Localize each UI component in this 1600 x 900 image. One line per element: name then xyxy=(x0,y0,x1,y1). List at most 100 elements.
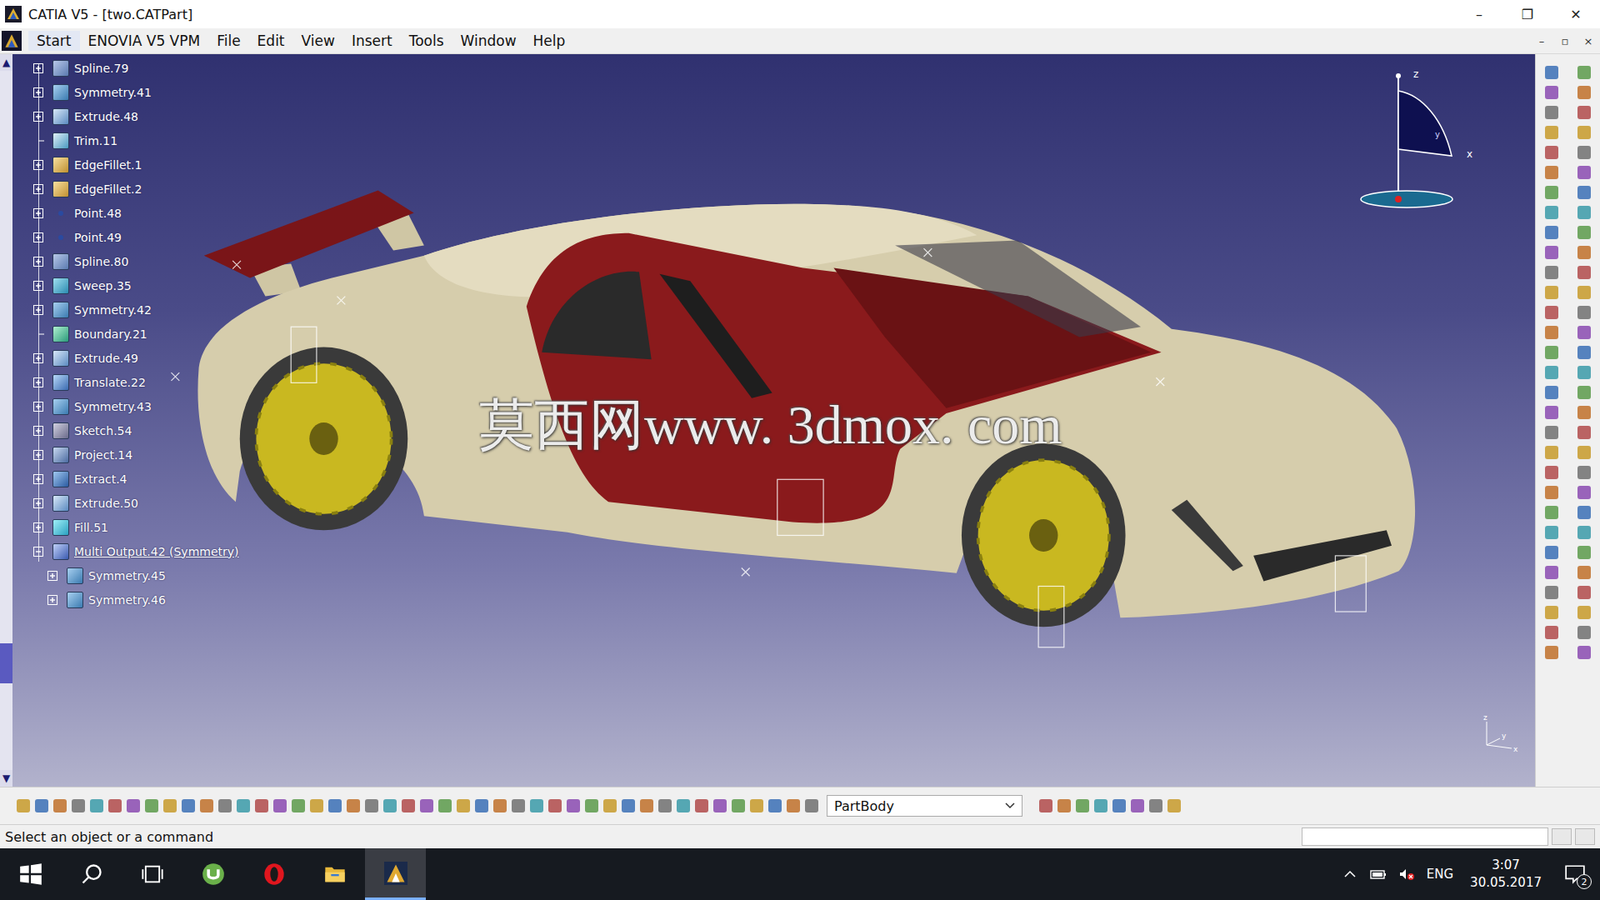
tree-item-label[interactable]: Point.48 xyxy=(72,206,122,220)
tree-item[interactable]: Translate.22 xyxy=(32,370,240,395)
tool-icon[interactable] xyxy=(1577,505,1591,520)
scroll-track[interactable] xyxy=(0,70,13,770)
tool-icon[interactable] xyxy=(1057,799,1071,813)
tool-icon[interactable] xyxy=(585,799,599,813)
tool-icon[interactable] xyxy=(1545,365,1559,380)
3d-viewport[interactable]: Spline.79Symmetry.41Extrude.48Trim.11Edg… xyxy=(12,54,1535,787)
tool-icon[interactable] xyxy=(1545,345,1559,360)
tool-icon[interactable] xyxy=(511,799,525,813)
part-body-selector[interactable]: PartBody xyxy=(826,795,1023,817)
menu-item[interactable]: Tools xyxy=(400,30,453,51)
tool-icon[interactable] xyxy=(1577,605,1591,620)
expand-icon[interactable] xyxy=(32,207,45,220)
tool-icon[interactable] xyxy=(1577,305,1591,320)
expand-icon[interactable] xyxy=(32,400,45,413)
tool-icon[interactable] xyxy=(1039,799,1053,813)
expand-icon[interactable] xyxy=(32,280,45,292)
expand-icon[interactable] xyxy=(32,86,45,99)
tree-item-label[interactable]: Sketch.54 xyxy=(72,424,132,438)
tool-icon[interactable] xyxy=(1577,285,1591,300)
tree-item[interactable]: Fill.51 xyxy=(32,515,240,540)
utorrent-taskbar-button[interactable] xyxy=(182,848,244,900)
tool-icon[interactable] xyxy=(566,799,580,813)
menu-item[interactable]: Edit xyxy=(249,30,294,51)
tool-icon[interactable] xyxy=(1075,799,1090,813)
tree-item-label[interactable]: Symmetry.42 xyxy=(72,303,152,317)
tool-icon[interactable] xyxy=(1545,285,1559,300)
tool-icon[interactable] xyxy=(108,799,122,813)
tool-icon[interactable] xyxy=(731,799,745,813)
tree-item-label[interactable]: Symmetry.41 xyxy=(72,85,152,100)
tool-icon[interactable] xyxy=(310,799,324,813)
tree-branch-icon[interactable] xyxy=(32,135,45,147)
tree-branch-icon[interactable] xyxy=(32,328,45,340)
tree-item[interactable]: EdgeFillet.2 xyxy=(32,176,240,201)
expand-icon[interactable] xyxy=(32,449,45,461)
window-control-button[interactable]: ✕ xyxy=(1551,0,1600,29)
tool-icon[interactable] xyxy=(1577,625,1591,640)
tool-icon[interactable] xyxy=(1545,265,1559,280)
tool-icon[interactable] xyxy=(640,799,654,813)
tool-icon[interactable] xyxy=(401,799,415,813)
expand-icon[interactable] xyxy=(32,521,45,534)
tree-item[interactable]: Symmetry.42 xyxy=(32,297,240,322)
expand-icon[interactable] xyxy=(32,425,45,437)
tool-icon[interactable] xyxy=(750,799,764,813)
tool-icon[interactable] xyxy=(1545,385,1559,400)
volume-muted-icon[interactable] xyxy=(1398,867,1415,881)
tool-icon[interactable] xyxy=(1545,205,1559,220)
menu-item[interactable]: Window xyxy=(452,30,525,51)
tool-icon[interactable] xyxy=(805,799,819,813)
tool-icon[interactable] xyxy=(1577,325,1591,340)
tree-item[interactable]: Spline.79 xyxy=(32,55,240,80)
action-center-button[interactable]: 2 xyxy=(1558,857,1592,891)
tool-icon[interactable] xyxy=(1545,625,1559,640)
collapse-icon[interactable] xyxy=(32,545,45,558)
tool-icon[interactable] xyxy=(530,799,544,813)
tool-icon[interactable] xyxy=(713,799,727,813)
tool-icon[interactable] xyxy=(695,799,709,813)
tool-icon[interactable] xyxy=(35,799,49,813)
tree-item-label[interactable]: Symmetry.46 xyxy=(86,593,166,607)
tool-icon[interactable] xyxy=(200,799,214,813)
menu-item[interactable]: Help xyxy=(525,30,575,51)
tool-icon[interactable] xyxy=(1545,65,1559,80)
tree-item[interactable]: Extrude.50 xyxy=(32,490,240,515)
tool-icon[interactable] xyxy=(1545,525,1559,540)
scroll-thumb[interactable] xyxy=(0,643,13,684)
tool-icon[interactable] xyxy=(1577,265,1591,280)
tool-icon[interactable] xyxy=(1577,165,1591,180)
tool-icon[interactable] xyxy=(181,799,195,813)
tool-icon[interactable] xyxy=(1545,545,1559,560)
tree-item-label[interactable]: Sweep.35 xyxy=(72,279,132,293)
expand-icon[interactable] xyxy=(46,570,59,582)
tree-item-label[interactable]: Translate.22 xyxy=(72,375,146,390)
tool-icon[interactable] xyxy=(1577,485,1591,500)
tool-icon[interactable] xyxy=(1545,565,1559,580)
expand-icon[interactable] xyxy=(32,159,45,171)
tool-icon[interactable] xyxy=(1545,185,1559,200)
tree-item-label[interactable]: Boundary.21 xyxy=(72,327,148,341)
expand-icon[interactable] xyxy=(32,231,45,244)
tool-icon[interactable] xyxy=(1545,405,1559,420)
tree-item[interactable]: Extrude.48 xyxy=(32,104,240,129)
tree-item-label[interactable]: Project.14 xyxy=(72,448,133,462)
tree-item[interactable]: Boundary.21 xyxy=(32,321,240,346)
tree-item[interactable]: Extract.4 xyxy=(32,466,240,491)
expand-icon[interactable] xyxy=(32,376,45,389)
tool-icon[interactable] xyxy=(1577,185,1591,200)
document-control-button[interactable]: × xyxy=(1576,35,1600,48)
tool-icon[interactable] xyxy=(1577,105,1591,120)
tool-icon[interactable] xyxy=(346,799,360,813)
tree-item[interactable]: Point.49 xyxy=(32,225,240,250)
show-hidden-icons-icon[interactable] xyxy=(1341,867,1359,881)
tool-icon[interactable] xyxy=(1545,125,1559,140)
tool-icon[interactable] xyxy=(291,799,305,813)
tree-item-label[interactable]: EdgeFillet.1 xyxy=(72,158,142,172)
dropdown-arrow-icon[interactable] xyxy=(1005,802,1015,810)
tool-icon[interactable] xyxy=(438,799,452,813)
tool-icon[interactable] xyxy=(1112,799,1126,813)
tool-icon[interactable] xyxy=(1577,565,1591,580)
tree-item[interactable]: Spline.80 xyxy=(32,249,240,274)
tool-icon[interactable] xyxy=(1545,305,1559,320)
